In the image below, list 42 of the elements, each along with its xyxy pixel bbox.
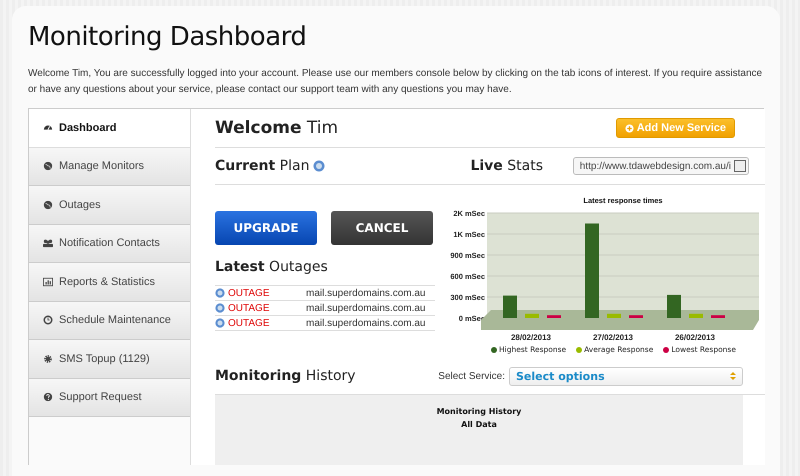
live-stats-heading: Live Stats: [470, 158, 543, 174]
sidebar-tab[interactable]: Dashboard: [29, 109, 191, 148]
gear-icon: [43, 354, 53, 364]
people-icon: [43, 238, 53, 248]
x-tick-label: 28/02/2013: [510, 333, 552, 342]
intro-text: Welcome Tim, You are successfully logged into your account. Please use our members console below by clicking on the tab icons of interest. If you require assistance or have any questions about your service, please contact our support team with any questions you may have.: [28, 67, 764, 97]
service-select[interactable]: Select options: [509, 366, 743, 386]
outage-host: mail.superdomains.com.au: [306, 318, 426, 328]
info-icon: [313, 160, 326, 172]
sidebar-tab[interactable]: Schedule Maintenance: [29, 302, 191, 340]
select-arrows-icon: [730, 372, 736, 380]
panel-subtitle: All Data: [461, 419, 497, 431]
globe-icon: [43, 200, 53, 210]
outages-heading: Latest Outages: [215, 259, 329, 275]
clock-icon: [43, 315, 53, 326]
sidebar-tab[interactable]: Notification Contacts: [29, 224, 191, 263]
select-service-label: Select Service:: [438, 370, 505, 382]
outage-status: OUTAGE: [228, 288, 270, 298]
help-icon: [43, 392, 53, 402]
page-title: Monitoring Dashboard: [28, 22, 308, 52]
panel-title: Monitoring History: [436, 406, 522, 418]
chart-icon: [43, 276, 53, 287]
sidebar-tab[interactable]: Reports & Statistics: [29, 263, 191, 302]
history-heading: Monitoring History: [215, 368, 356, 384]
plan-heading: Current Plan: [215, 158, 310, 174]
sidebar-tab[interactable]: Support Request: [29, 378, 191, 417]
x-tick-label: 26/02/2013: [674, 333, 716, 342]
x-tick-label: 27/02/2013: [592, 333, 634, 342]
sidebar-tab[interactable]: Outages: [29, 186, 191, 224]
outage-host: mail.superdomains.com.au: [306, 302, 426, 314]
plus-circle-icon: [624, 124, 634, 132]
welcome-heading: Welcome Tim: [215, 118, 338, 138]
url-select[interactable]: http://www.tdawebdesign.com.au/i: [572, 157, 749, 175]
outage-host: mail.superdomains.com.au: [306, 288, 426, 298]
upgrade-button[interactable]: UPGRADE: [215, 211, 317, 245]
globe-icon: [43, 161, 53, 172]
sidebar-tab[interactable]: SMS Topup (1129): [29, 340, 191, 378]
outage-status: OUTAGE: [228, 318, 270, 328]
outage-status: OUTAGE: [228, 302, 270, 314]
cancel-button[interactable]: CANCEL: [331, 211, 433, 245]
gauge-icon: [43, 122, 53, 133]
sidebar-tab[interactable]: Manage Monitors: [29, 148, 191, 186]
